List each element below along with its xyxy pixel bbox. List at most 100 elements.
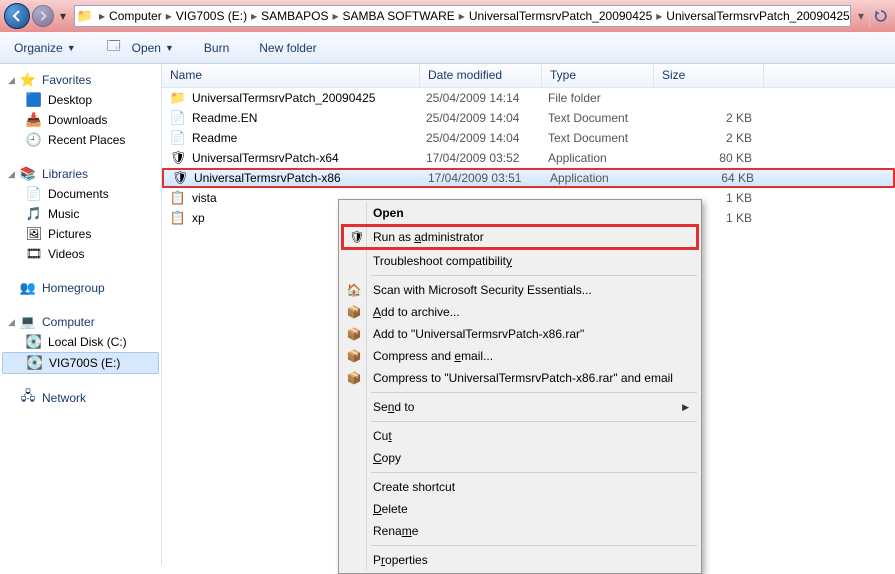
archive-icon: 📦 [346,304,362,320]
file-row[interactable]: 📄Readme.EN 25/04/2009 14:04 Text Documen… [162,108,895,128]
downloads-icon: 📥 [26,112,42,128]
favorites-header[interactable]: ◢⭐ Favorites [0,70,161,90]
ctx-cut[interactable]: Cut [341,425,699,447]
collapse-icon: ◢ [8,317,18,328]
menu-separator [371,545,697,546]
computer-label: Computer [42,315,95,329]
drive-icon: 💽 [27,355,43,371]
ctx-open[interactable]: Open [341,202,699,224]
homegroup-label: Homegroup [42,281,105,295]
refresh-button[interactable] [869,5,891,27]
sidebar-pictures[interactable]: 🖼Pictures [0,224,161,244]
ctx-properties[interactable]: Properties [341,549,699,571]
crumb-folder[interactable]: SAMBA SOFTWARE [339,6,459,26]
context-menu: Open 🛡 Run as administrator Troubleshoot… [338,199,702,574]
ctx-troubleshoot-compatibility[interactable]: Troubleshoot compatibility [341,250,699,272]
libraries-header[interactable]: ◢📚 Libraries [0,164,161,184]
open-menu[interactable]: 🗔Open ▼ [100,36,180,60]
recent-icon: 🕘 [26,132,42,148]
address-bar[interactable]: 📁 ▸ Computer ▸ VIG700S (E:) ▸ SAMBAPOS ▸… [74,5,851,27]
homegroup-header[interactable]: ◢👥Homegroup [0,278,161,298]
text-file-icon: 📄 [170,110,186,126]
file-row[interactable]: 📁UniversalTermsrvPatch_20090425 25/04/20… [162,88,895,108]
ctx-scan-security-essentials[interactable]: 🏠Scan with Microsoft Security Essentials… [341,279,699,301]
archive-icon: 📦 [346,326,362,342]
ctx-send-to[interactable]: Send to▶ [341,396,699,418]
sidebar-music[interactable]: 🎵Music [0,204,161,224]
network-header[interactable]: ◢🖧Network [0,388,161,408]
menu-separator [371,275,697,276]
crumb-drive[interactable]: VIG700S (E:) [172,6,251,26]
reg-file-icon: 📋 [170,190,186,206]
security-icon: 🏠 [346,282,362,298]
computer-header[interactable]: ◢💻 Computer [0,312,161,332]
sidebar-recent-places[interactable]: 🕘Recent Places [0,130,161,150]
text-file-icon: 📄 [170,130,186,146]
libraries-icon: 📚 [20,166,36,182]
sidebar-drive-e[interactable]: 💽VIG700S (E:) [2,352,159,374]
collapse-icon: ◢ [8,169,18,180]
window-navbar: ▾ 📁 ▸ Computer ▸ VIG700S (E:) ▸ SAMBAPOS… [0,0,895,32]
sidebar-videos[interactable]: 🎞Videos [0,244,161,264]
application-icon: 🛡 [170,150,186,166]
crumb-folder[interactable]: SAMBAPOS [257,6,332,26]
file-row[interactable]: 📄Readme 25/04/2009 14:04 Text Document 2… [162,128,895,148]
open-label: Open [132,41,161,55]
sidebar-desktop[interactable]: 🟦Desktop [0,90,161,110]
crumb-folder[interactable]: UniversalTermsrvPatch_20090425 [465,6,656,26]
back-button[interactable] [4,3,30,29]
sidebar-downloads[interactable]: 📥Downloads [0,110,161,130]
videos-icon: 🎞 [26,246,42,262]
star-icon: ⭐ [20,72,36,88]
burn-button[interactable]: Burn [198,37,235,59]
history-dropdown[interactable]: ▾ [56,3,70,29]
folder-icon: 📁 [170,90,186,106]
ctx-create-shortcut[interactable]: Create shortcut [341,476,699,498]
libraries-label: Libraries [42,167,88,181]
ctx-delete[interactable]: Delete [341,498,699,520]
ctx-copy[interactable]: Copy [341,447,699,469]
submenu-arrow-icon: ▶ [682,402,689,413]
menu-separator [371,472,697,473]
chevron-down-icon: ▼ [67,43,76,53]
file-row-selected[interactable]: 🛡UniversalTermsrvPatch-x86 17/04/2009 03… [162,168,895,188]
menu-separator [371,392,697,393]
organize-menu[interactable]: Organize ▼ [8,37,82,59]
application-icon: 🛡 [172,170,188,186]
navigation-pane: ◢⭐Favorites 🟦Desktop 📥Downloads 🕘Recent … [0,64,162,565]
column-name[interactable]: Name [162,64,420,87]
music-icon: 🎵 [26,206,42,222]
homegroup-icon: 👥 [20,280,36,296]
archive-icon: 📦 [346,370,362,386]
computer-icon: 💻 [20,314,36,330]
ctx-add-to-rar[interactable]: 📦Add to "UniversalTermsrvPatch-x86.rar" [341,323,699,345]
column-type[interactable]: Type [542,64,654,87]
folder-icon: 📁 [77,8,93,24]
chevron-down-icon: ▼ [165,43,174,53]
column-date[interactable]: Date modified [420,64,542,87]
sidebar-local-disk-c[interactable]: 💽Local Disk (C:) [0,332,161,352]
shield-icon: 🛡 [349,229,365,245]
crumb-computer[interactable]: Computer [105,6,166,26]
ctx-rename[interactable]: Rename [341,520,699,542]
sidebar-documents[interactable]: 📄Documents [0,184,161,204]
ctx-run-as-administrator[interactable]: 🛡 Run as administrator [341,224,699,250]
column-size[interactable]: Size [654,64,764,87]
new-folder-button[interactable]: New folder [253,37,322,59]
archive-icon: 📦 [346,348,362,364]
address-dropdown[interactable]: ▾ [853,5,869,27]
ctx-compress-to-and-email[interactable]: 📦Compress to "UniversalTermsrvPatch-x86.… [341,367,699,389]
ctx-add-to-archive[interactable]: 📦Add to archive... [341,301,699,323]
file-row[interactable]: 🛡UniversalTermsrvPatch-x64 17/04/2009 03… [162,148,895,168]
menu-separator [371,421,697,422]
drive-icon: 💽 [26,334,42,350]
forward-button[interactable] [32,5,54,27]
crumb-folder[interactable]: UniversalTermsrvPatch_20090425 [662,6,851,26]
network-label: Network [42,391,86,405]
ctx-compress-and-email[interactable]: 📦Compress and email... [341,345,699,367]
favorites-label: Favorites [42,73,91,87]
command-bar: Organize ▼ 🗔Open ▼ Burn New folder [0,32,895,64]
column-headers: Name Date modified Type Size [162,64,895,88]
reg-file-icon: 📋 [170,210,186,226]
collapse-icon: ◢ [8,75,18,86]
